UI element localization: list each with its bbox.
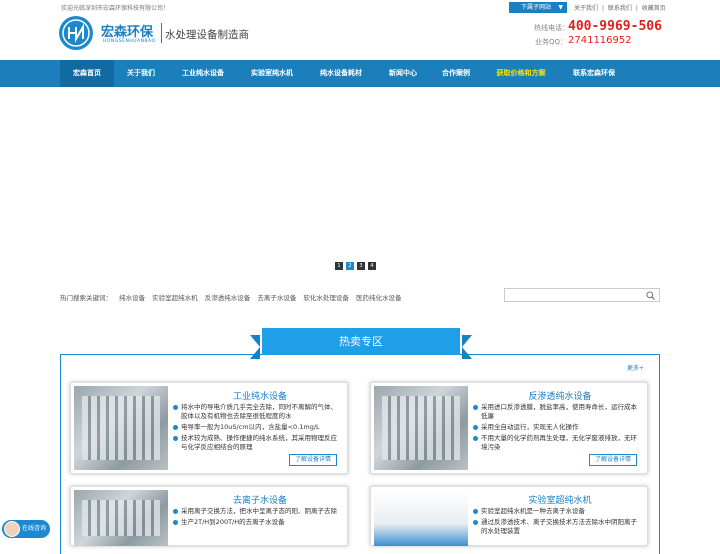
bookmark-link[interactable]: 收藏首页	[642, 5, 666, 12]
about-link[interactable]: 关于我们	[574, 5, 598, 12]
qq-number: 2741116952	[568, 35, 632, 46]
chat-label: 在线咨询	[22, 525, 47, 532]
product-card: 反渗透纯水设备 采用进口反渗透膜，脱盐率高，使用寿命长，运行成本低廉 采用全自动…	[370, 382, 648, 474]
feature-item: 电导率一般为10uS/cm以内，含盐量<0.1mg/L	[173, 423, 343, 432]
nav-quote[interactable]: 获取价格和方案	[486, 60, 556, 87]
product-image[interactable]	[74, 490, 168, 546]
nav-news[interactable]: 新闻中心	[380, 60, 426, 87]
qq-label: 业务QQ：	[535, 38, 568, 46]
logo-mark	[62, 19, 90, 47]
slider-dot-3[interactable]: 3	[357, 262, 365, 270]
product-title[interactable]: 反渗透纯水设备	[471, 389, 649, 402]
nav-about[interactable]: 关于我们	[117, 60, 165, 87]
welcome-text: 欢迎光临深圳市宏森环保科技有限公司！	[61, 5, 170, 12]
product-image[interactable]	[374, 386, 468, 470]
section-title: 热卖专区	[262, 328, 460, 355]
brand-divider	[161, 23, 162, 43]
top-links: 关于我们 | 联系我们 | 收藏首页	[574, 3, 668, 12]
contact-link[interactable]: 联系我们	[608, 5, 632, 12]
slider-dot-2[interactable]: 2	[346, 262, 354, 270]
feature-item: 生产2T/H到200T/H的去离子水设备	[173, 518, 343, 527]
detail-button[interactable]: 了解设备详情	[289, 454, 337, 466]
feature-item: 采用全自动运行，实现无人化操作	[473, 423, 643, 432]
slider-dot-4[interactable]: 4	[368, 262, 376, 270]
main-nav: 宏森首页 关于我们 工业纯水设备 实验室纯水机 纯水设备耗材 新闻中心 合作案例…	[0, 60, 720, 87]
product-card: 工业纯水设备 将水中的导电介质几乎完全去除，同时不离解的气体、胶体以及有机物也去…	[70, 382, 348, 474]
logo-icon[interactable]	[59, 16, 93, 50]
more-link[interactable]: 更多+	[627, 363, 644, 372]
nav-industrial[interactable]: 工业纯水设备	[172, 60, 234, 87]
product-title[interactable]: 工业纯水设备	[171, 389, 349, 402]
nav-consumables[interactable]: 纯水设备耗材	[310, 60, 372, 87]
search-input[interactable]	[505, 297, 640, 309]
ribbon-tail-left	[250, 335, 260, 359]
product-image[interactable]	[74, 386, 168, 470]
product-features: 实验室超纯水机是一种去离子水设备 通过反渗透技术、离子交换技术方法去除水中阴阳离…	[473, 507, 643, 538]
section-ribbon: 热卖专区	[250, 328, 472, 368]
hotline-number: 400-9969-506	[568, 19, 662, 34]
link-divider: |	[635, 5, 638, 12]
chevron-down-icon: ▼	[558, 4, 563, 11]
nav-cases[interactable]: 合作案例	[433, 60, 479, 87]
product-features: 将水中的导电介质几乎完全去除，同时不离解的气体、胶体以及有机物也去除至很低程度的…	[173, 403, 343, 454]
product-card: 实验室超纯水机 实验室超纯水机是一种去离子水设备 通过反渗透技术、离子交换技术方…	[370, 486, 648, 546]
nav-contact[interactable]: 联系宏森环保	[563, 60, 625, 87]
hot-keyword[interactable]: 去离子水设备	[257, 294, 296, 302]
ribbon-tail-right	[462, 335, 472, 359]
product-features: 采用进口反渗透膜，脱盐率高，使用寿命长，运行成本低廉 采用全自动运行，实现无人化…	[473, 403, 643, 454]
brand-pinyin: HONGSENHUANBAO	[103, 39, 156, 44]
product-features: 采用离子交换方法，把水中呈离子态的阳、阴离子去除 生产2T/H到200T/H的去…	[173, 507, 343, 529]
hot-keyword[interactable]: 反渗透纯水设备	[205, 294, 251, 302]
feature-item: 采用进口反渗透膜，脱盐率高，使用寿命长，运行成本低廉	[473, 403, 643, 421]
product-title[interactable]: 去离子水设备	[171, 493, 349, 506]
slogan: 水处理设备制造商	[165, 29, 249, 41]
avatar	[4, 521, 20, 537]
link-divider: |	[601, 5, 604, 12]
nav-lab[interactable]: 实验室纯水机	[241, 60, 303, 87]
brand-name: 宏森环保	[101, 25, 154, 40]
product-card: 去离子水设备 采用离子交换方法，把水中呈离子态的阳、阴离子去除 生产2T/H到2…	[70, 486, 348, 546]
hot-keywords: 热门搜索关键词： 纯水设备 实验室超纯水机 反渗透纯水设备 去离子水设备 软化水…	[60, 292, 406, 302]
slider-dot-1[interactable]: 1	[335, 262, 343, 270]
product-image[interactable]	[374, 490, 468, 546]
hot-keyword[interactable]: 实验室超纯水机	[152, 294, 198, 302]
hero-banner	[0, 87, 720, 275]
product-title[interactable]: 实验室超纯水机	[471, 493, 649, 506]
feature-item: 不用大量的化学药剂再生处理，无化学废液排放，无环境污染	[473, 434, 643, 452]
nav-home[interactable]: 宏森首页	[60, 60, 114, 87]
topbar: 欢迎光临深圳市宏森环保科技有限公司！ 下属子网站 ▼ 关于我们 | 联系我们 |…	[0, 0, 720, 14]
feature-item: 将水中的导电介质几乎完全去除，同时不离解的气体、胶体以及有机物也去除至很低程度的…	[173, 403, 343, 421]
hotline-label: 热线电话：	[534, 24, 569, 32]
feature-item: 技术较为成熟、操作便捷的纯水系统，其采用物理反应与化学反应相结合的原理	[173, 434, 343, 452]
hot-keyword[interactable]: 医药纯化水设备	[356, 294, 402, 302]
online-chat-button[interactable]: 在线咨询	[2, 520, 50, 538]
sub-site-label: 下属子网站	[521, 4, 552, 11]
search-icon[interactable]	[646, 291, 655, 300]
feature-item: 采用离子交换方法，把水中呈离子态的阳、阴离子去除	[173, 507, 343, 516]
hot-keywords-label: 热门搜索关键词：	[60, 294, 112, 302]
detail-button[interactable]: 了解设备详情	[589, 454, 637, 466]
feature-item: 通过反渗透技术、离子交换技术方法去除水中阴阳离子的水处理装置	[473, 518, 643, 536]
feature-item: 实验室超纯水机是一种去离子水设备	[473, 507, 643, 516]
sub-site-select[interactable]: 下属子网站 ▼	[509, 2, 567, 13]
hot-keyword[interactable]: 软化水处理设备	[303, 294, 349, 302]
search-box	[504, 288, 660, 309]
hot-keyword[interactable]: 纯水设备	[119, 294, 145, 302]
